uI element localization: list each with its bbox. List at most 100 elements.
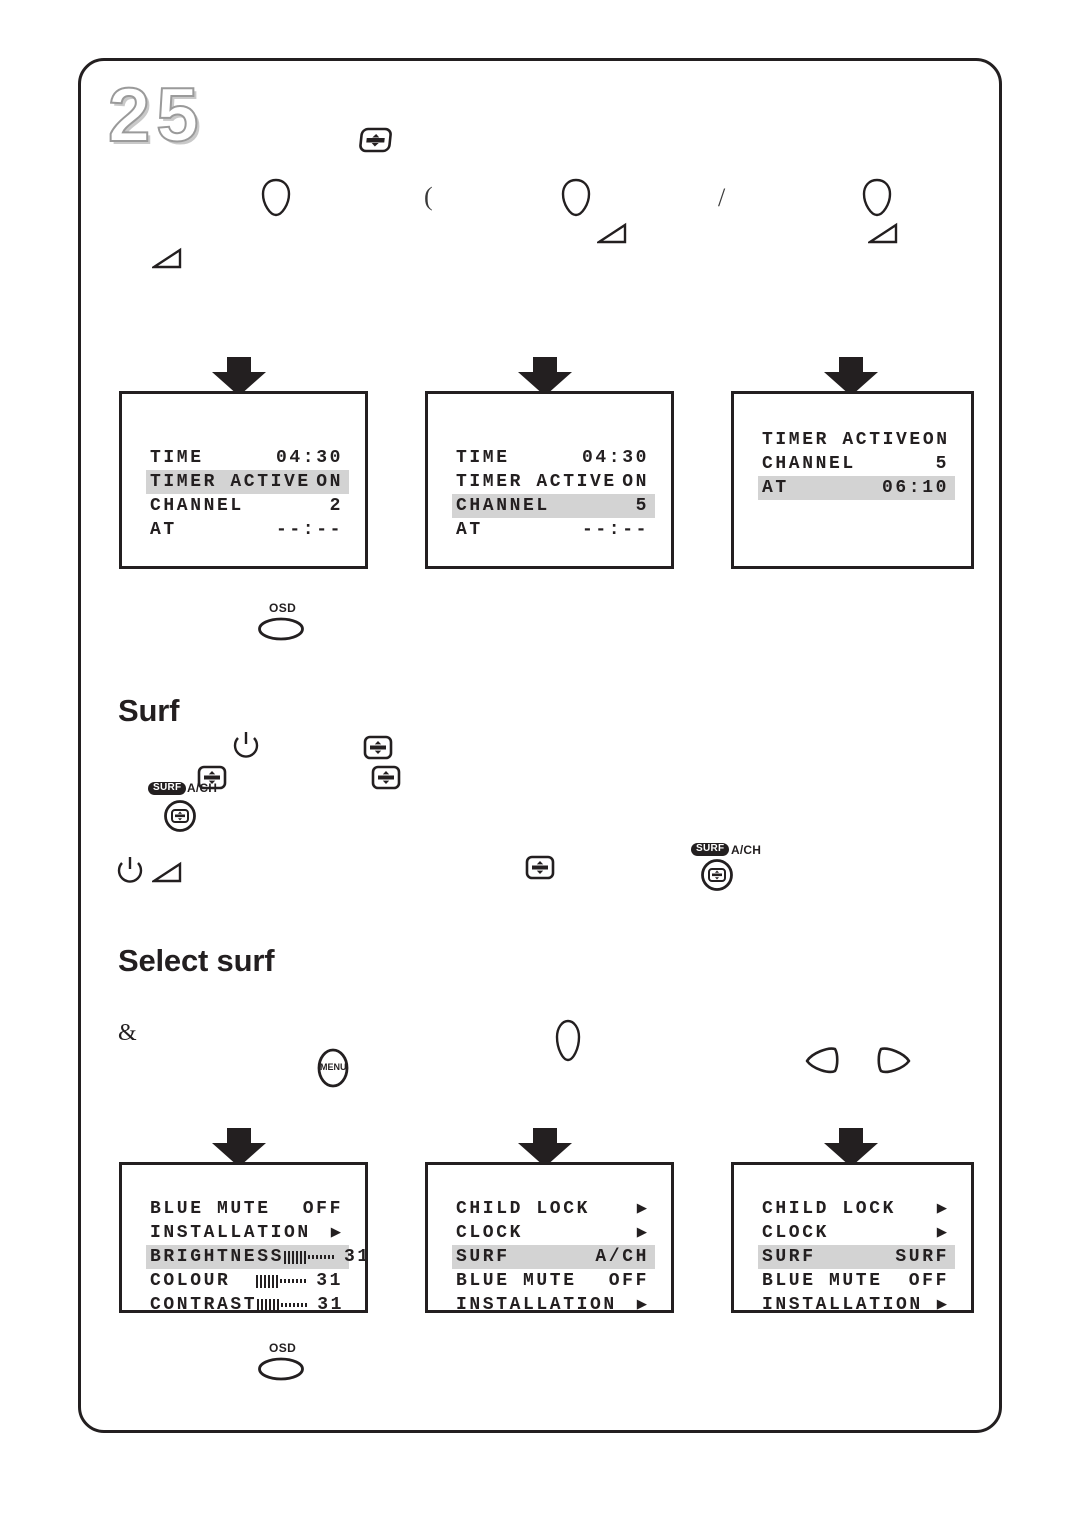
- slash-symbol: /: [718, 183, 726, 212]
- osd-button-label: OSD: [269, 1341, 297, 1355]
- osd-row[interactable]: AT --:--: [146, 518, 349, 542]
- osd-row-label: AT: [456, 520, 483, 540]
- osd-level-bar: [257, 1298, 309, 1312]
- osd-row-label: CONTRAST: [150, 1295, 258, 1315]
- osd-row[interactable]: CLOCK ▶: [452, 1221, 655, 1245]
- osd-row-label: TIMER ACTIVE: [456, 472, 617, 492]
- osd-row-label: CHANNEL: [456, 496, 550, 516]
- osd-row-label: SURF: [456, 1247, 510, 1267]
- osd-row[interactable]: COLOUR 31: [146, 1269, 349, 1293]
- osd-row[interactable]: CLOCK ▶: [758, 1221, 955, 1245]
- osd-submenu-arrow-icon: ▶: [636, 1199, 647, 1219]
- teardrop-button-icon-1: [260, 177, 292, 219]
- osd-row-label: CLOCK: [762, 1223, 830, 1243]
- osd-row-label: INSTALLATION: [456, 1295, 617, 1315]
- osd-row-label: BLUE MUTE: [456, 1271, 577, 1291]
- osd-row[interactable]: AT 06:10: [758, 476, 955, 500]
- osd-row[interactable]: INSTALLATION ▶: [146, 1221, 349, 1245]
- osd-row-label: TIMER ACTIVE: [150, 472, 311, 492]
- osd-row-value: OFF: [302, 1199, 343, 1219]
- ach-label: A/CH: [187, 781, 218, 795]
- osd-row[interactable]: BLUE MUTE OFF: [758, 1269, 955, 1293]
- osd-row[interactable]: CHANNEL 5: [758, 452, 955, 476]
- osd-row-value: OFF: [608, 1271, 649, 1291]
- osd-row-label: CHANNEL: [762, 454, 856, 474]
- osd-button-icon[interactable]: [257, 1356, 305, 1382]
- osd-button-icon[interactable]: [257, 616, 305, 642]
- osd-row-value: 04:30: [581, 448, 649, 468]
- osd-row[interactable]: SURF A/CH: [452, 1245, 655, 1269]
- osd-row[interactable]: CHILD LOCK ▶: [452, 1197, 655, 1221]
- osd-row-label: BLUE MUTE: [150, 1199, 271, 1219]
- osd-row[interactable]: TIME 04:30: [452, 446, 655, 470]
- osd-row-label: COLOUR: [150, 1271, 231, 1291]
- osd-submenu-arrow-icon: ▶: [936, 1199, 947, 1219]
- osd-row-value: OFF: [908, 1271, 949, 1291]
- power-icon-2: [116, 855, 144, 885]
- teardrop-button-icon-2: [560, 177, 592, 219]
- osd-row-label: CLOCK: [456, 1223, 524, 1243]
- osd-level-bar: [284, 1250, 336, 1264]
- cursor-right-button-icon[interactable]: [875, 1045, 913, 1075]
- osd-row-value: --:--: [581, 520, 649, 540]
- osd-row-value: 5: [635, 496, 649, 516]
- osd-row[interactable]: INSTALLATION ▶: [452, 1293, 655, 1317]
- osd-row[interactable]: CHANNEL 2: [146, 494, 349, 518]
- osd-submenu-arrow-icon: ▶: [936, 1295, 947, 1315]
- tv-menu-icon: [370, 763, 402, 791]
- osd-line-container: CHILD LOCK ▶ CLOCK ▶ SURF SURF BLUE MUTE OFF INS…: [758, 1197, 955, 1317]
- osd-screen-picture-menu: BLUE MUTE OFF INSTALLATION ▶ BRIGHTNESS 31 COL…: [119, 1162, 368, 1315]
- tv-menu-icon: [524, 853, 556, 881]
- volume-icon-2: [865, 222, 900, 246]
- osd-row-value: 06:10: [881, 478, 949, 498]
- osd-row-value: ON: [316, 472, 343, 492]
- osd-row[interactable]: SURF SURF: [758, 1245, 955, 1269]
- osd-row-label: AT: [762, 478, 789, 498]
- osd-row-label: CHANNEL: [150, 496, 244, 516]
- surf-badge: SURF: [691, 843, 730, 856]
- tv-menu-icon: [358, 126, 392, 154]
- osd-row[interactable]: BLUE MUTE OFF: [452, 1269, 655, 1293]
- osd-line-container: TIME 04:30 TIMER ACTIVE ON CHANNEL 2 AT --:--: [146, 446, 349, 542]
- osd-row-label: BRIGHTNESS: [150, 1247, 285, 1267]
- teardrop-button-icon-4: [553, 1018, 583, 1064]
- osd-row[interactable]: TIMER ACTIVE ON: [146, 470, 349, 494]
- osd-row-value: 04:30: [275, 448, 343, 468]
- osd-row[interactable]: BLUE MUTE OFF: [146, 1197, 349, 1221]
- osd-submenu-arrow-icon: ▶: [636, 1295, 647, 1315]
- osd-row-label: CHILD LOCK: [762, 1199, 897, 1219]
- osd-line-container: TIME 04:30 TIMER ACTIVE ON CHANNEL 5 AT --:--: [452, 446, 655, 542]
- osd-screen-main-menu-ach: CHILD LOCK ▶ CLOCK ▶ SURF A/CH BLUE MUTE OFF INS…: [425, 1162, 674, 1315]
- cursor-left-button-icon[interactable]: [803, 1045, 841, 1075]
- power-icon-1: [232, 730, 260, 760]
- osd-row[interactable]: INSTALLATION ▶: [758, 1293, 955, 1317]
- ach-label: A/CH: [731, 843, 762, 857]
- osd-row[interactable]: CHILD LOCK ▶: [758, 1197, 955, 1221]
- osd-row[interactable]: TIME 04:30: [146, 446, 349, 470]
- menu-button-label: MENU: [320, 1062, 347, 1072]
- osd-row-value: A/CH: [595, 1247, 649, 1267]
- osd-row[interactable]: BRIGHTNESS 31: [146, 1245, 368, 1269]
- osd-row-label: TIME: [456, 448, 510, 468]
- surf-badge: SURF: [148, 782, 187, 795]
- osd-row[interactable]: CONTRAST 31: [146, 1293, 349, 1317]
- osd-row[interactable]: TIMER ACTIVE ON: [758, 428, 955, 452]
- osd-row-value: ON: [922, 430, 950, 450]
- heading-surf: Surf: [118, 693, 180, 728]
- surf-round-button-icon[interactable]: [700, 858, 734, 892]
- osd-row-label: INSTALLATION: [150, 1223, 311, 1243]
- osd-row-value: --:--: [275, 520, 343, 540]
- osd-screen-timer-3: TIMER ACTIVE ON CHANNEL 5 AT 06:10: [731, 391, 974, 569]
- osd-row-label: CHILD LOCK: [456, 1199, 591, 1219]
- osd-row[interactable]: CHANNEL 5: [452, 494, 655, 518]
- surf-round-button-icon[interactable]: [163, 799, 197, 833]
- osd-row-label: TIME: [150, 448, 204, 468]
- osd-row-value: 31: [344, 1247, 371, 1267]
- osd-line-container: CHILD LOCK ▶ CLOCK ▶ SURF A/CH BLUE MUTE OFF INS…: [452, 1197, 655, 1317]
- volume-icon-3: [149, 247, 184, 271]
- osd-row[interactable]: TIMER ACTIVE ON: [452, 470, 655, 494]
- osd-row[interactable]: AT --:--: [452, 518, 655, 542]
- osd-row-label: AT: [150, 520, 177, 540]
- osd-row-value: ON: [622, 472, 649, 492]
- osd-row-label: BLUE MUTE: [762, 1271, 883, 1291]
